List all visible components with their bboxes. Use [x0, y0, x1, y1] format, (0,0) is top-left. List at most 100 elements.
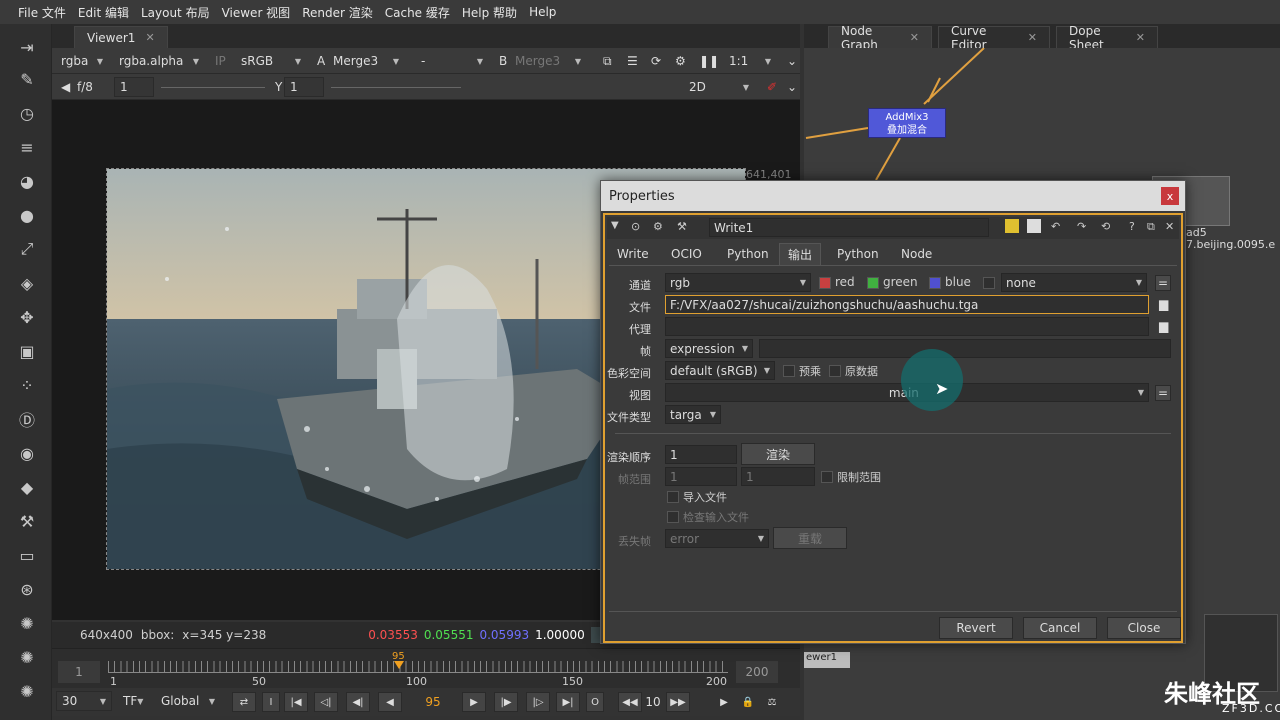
- timeline-ruler[interactable]: [108, 661, 728, 673]
- wipe-icon[interactable]: ⧉: [598, 51, 618, 71]
- help-icon[interactable]: ?: [1129, 220, 1135, 233]
- menu-layout[interactable]: Layout 布局: [135, 4, 216, 21]
- 3d-icon[interactable]: ▣: [16, 340, 38, 362]
- audio-icon[interactable]: ⚖: [760, 692, 784, 712]
- tab-ocio[interactable]: OCIO: [663, 243, 710, 265]
- undo-icon[interactable]: ↶: [1051, 220, 1060, 233]
- gamma-slider[interactable]: [326, 77, 466, 97]
- close-icon[interactable]: ✕: [1028, 31, 1037, 44]
- list-icon[interactable]: ☰: [622, 51, 642, 71]
- collapse-icon[interactable]: ⌄: [782, 51, 797, 71]
- tab-node-graph[interactable]: Node Graph ✕: [828, 24, 932, 52]
- reload-button[interactable]: 重载: [773, 527, 847, 549]
- link-icon[interactable]: =: [1155, 385, 1171, 401]
- b-input-dropdown[interactable]: Merge3 ▼: [510, 51, 586, 71]
- blue-checkbox[interactable]: [929, 277, 941, 289]
- revert-button[interactable]: Revert: [939, 617, 1013, 639]
- font-color-icon[interactable]: [1027, 219, 1041, 233]
- settings-icon[interactable]: ⚙: [653, 220, 663, 233]
- roi-icon[interactable]: ⚙: [670, 51, 690, 71]
- gamma-input[interactable]: 1: [284, 77, 324, 97]
- alpha-checkbox[interactable]: [983, 277, 995, 289]
- global-dropdown[interactable]: Global ▼: [156, 691, 220, 711]
- close-button[interactable]: Close: [1107, 617, 1181, 639]
- addmix-node[interactable]: AddMix3 叠加混合: [868, 108, 946, 138]
- playhead-icon[interactable]: [394, 661, 404, 669]
- other-icon[interactable]: ▭: [16, 544, 38, 566]
- plugin-icon-2[interactable]: ✺: [16, 646, 38, 668]
- folder-icon[interactable]: ▆: [1159, 319, 1168, 333]
- channels-dropdown[interactable]: rgba ▼: [56, 51, 108, 71]
- play-backward-icon[interactable]: ◀: [378, 692, 402, 712]
- frame-mode-select[interactable]: expression ▼: [665, 339, 753, 358]
- flipbook-icon[interactable]: ▶: [712, 692, 736, 712]
- red-checkbox[interactable]: [819, 277, 831, 289]
- node-color-icon[interactable]: [1005, 219, 1019, 233]
- zoom-dropdown[interactable]: 1:1 ▼: [724, 51, 776, 71]
- toolsets-icon[interactable]: ⚒: [16, 510, 38, 532]
- gain-input[interactable]: 1: [114, 77, 154, 97]
- redo-icon[interactable]: ↷: [1077, 220, 1086, 233]
- tab-output[interactable]: 输出: [779, 243, 822, 265]
- prev-keyframe-icon[interactable]: ◁|: [314, 692, 338, 712]
- green-checkbox[interactable]: [867, 277, 879, 289]
- restore-icon[interactable]: ⟲: [1101, 220, 1110, 233]
- first-frame-icon[interactable]: |◀: [284, 692, 308, 712]
- render-order-input[interactable]: 1: [665, 445, 737, 464]
- fps-dropdown[interactable]: 30 ▼: [56, 691, 112, 711]
- merge-icon[interactable]: ◈: [16, 272, 38, 294]
- skip-forward-icon[interactable]: ▶▶: [666, 692, 690, 712]
- limit-range-checkbox[interactable]: [821, 471, 833, 483]
- tab-curve-editor[interactable]: Curve Editor ✕: [938, 24, 1050, 52]
- link-icon[interactable]: =: [1155, 275, 1171, 291]
- range-end-input[interactable]: 1: [741, 467, 815, 486]
- deep-icon[interactable]: Ⓓ: [16, 408, 38, 430]
- time-icon[interactable]: ◷: [16, 102, 38, 124]
- raw-checkbox[interactable]: [829, 365, 841, 377]
- folder-icon[interactable]: ▆: [1159, 297, 1168, 311]
- filter-icon[interactable]: ●: [16, 204, 38, 226]
- a-input-dropdown[interactable]: Merge3 ▼: [328, 51, 404, 71]
- properties-title-bar[interactable]: Properties x: [601, 181, 1185, 211]
- timeline-start[interactable]: 1: [58, 661, 100, 683]
- plugin-icon-1[interactable]: ✺: [16, 612, 38, 634]
- pick-icon[interactable]: ✐: [762, 77, 778, 97]
- menu-render[interactable]: Render 渲染: [296, 4, 379, 21]
- plugin-icon-3[interactable]: ✺: [16, 680, 38, 702]
- tab-python-2[interactable]: Python: [829, 243, 887, 265]
- play-forward-icon[interactable]: ▶: [462, 692, 486, 712]
- menu-edit[interactable]: Edit 编辑: [72, 4, 135, 21]
- menu-file[interactable]: File 文件: [12, 4, 72, 21]
- lock-icon[interactable]: 🔒: [736, 692, 760, 712]
- check-input-checkbox[interactable]: [667, 511, 679, 523]
- filetype-select[interactable]: targa ▼: [665, 405, 721, 424]
- close-icon[interactable]: ✕: [1136, 31, 1145, 44]
- ip-button[interactable]: IP: [210, 51, 232, 71]
- alpha-dropdown[interactable]: rgba.alpha ▼: [114, 51, 204, 71]
- next-frame-icon[interactable]: |▶: [494, 692, 518, 712]
- close-icon[interactable]: ✕: [145, 31, 154, 44]
- collapse-icon[interactable]: ⌄: [782, 77, 797, 97]
- proxy-path-input[interactable]: [665, 317, 1149, 336]
- pause-icon[interactable]: ❚❚: [694, 51, 719, 71]
- last-frame-icon[interactable]: ▶|: [556, 692, 580, 712]
- transform-icon[interactable]: ✥: [16, 306, 38, 328]
- menu-help[interactable]: Help: [523, 5, 562, 19]
- menu-cache[interactable]: Cache 缓存: [379, 4, 456, 21]
- center-icon[interactable]: ⊙: [631, 220, 640, 233]
- particles-icon[interactable]: ⁘: [16, 374, 38, 396]
- render-button[interactable]: 渲染: [741, 443, 815, 465]
- keyer-icon[interactable]: ⤢: [16, 238, 38, 260]
- tab-python[interactable]: Python: [719, 243, 777, 265]
- channels-select[interactable]: rgb ▼: [665, 273, 811, 292]
- close-icon[interactable]: ✕: [910, 31, 919, 44]
- next-keyframe-icon[interactable]: |▷: [526, 692, 550, 712]
- play-left-icon[interactable]: ◀: [56, 77, 72, 97]
- close-panel-icon[interactable]: ✕: [1165, 220, 1174, 233]
- views-icon[interactable]: ◉: [16, 442, 38, 464]
- prev-frame-icon[interactable]: ◀|: [346, 692, 370, 712]
- node-name-field[interactable]: Write1: [709, 218, 989, 237]
- refresh-icon[interactable]: ⟳: [646, 51, 666, 71]
- menu-help-cn[interactable]: Help 帮助: [456, 4, 523, 21]
- out-point-icon[interactable]: O: [586, 692, 604, 712]
